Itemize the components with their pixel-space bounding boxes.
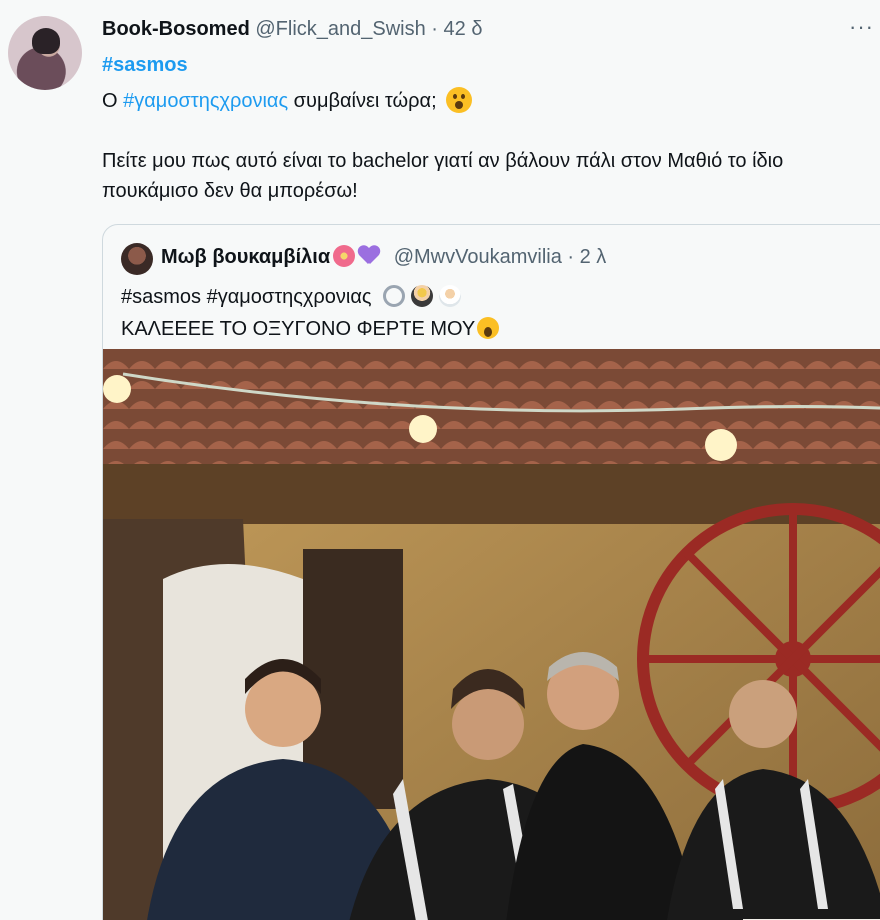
author-name[interactable]: Book-Bosomed [102, 18, 250, 40]
text-prefix: Ο [102, 90, 124, 112]
author-handle[interactable]: @Flick_and_Swish [255, 18, 425, 40]
groom-icon [411, 285, 434, 307]
quote-author-name[interactable]: Μωβ βουκαμβίλια [161, 246, 330, 268]
ring-icon [383, 285, 406, 307]
quote-header: Μωβ βουκαμβίλια @MwvVoukamvilia · 2 λ [161, 245, 606, 269]
quote-photo[interactable] [103, 349, 880, 920]
tweet[interactable]: Book-Bosomed @Flick_and_Swish · 42 δ ···… [0, 0, 880, 920]
light-bulb [705, 429, 737, 461]
hashtag-link-2[interactable]: #γαμοστηςχρονιας [123, 90, 288, 112]
quoted-tweet[interactable]: Μωβ βουκαμβίλια @MwvVoukamvilia · 2 λ #s… [102, 224, 880, 920]
tweet-time[interactable]: 42 δ [444, 18, 483, 40]
avatar-hair [32, 28, 60, 54]
separator: · [431, 18, 438, 40]
tweet-text-line: Ο #γαμοστηςχρονιας συμβαίνει τώρα; [102, 87, 473, 113]
text-suffix: συμβαίνει τώρα; [288, 90, 437, 112]
quote-separator: · [567, 246, 575, 268]
quote-text: ΚΑΛΕΕΕΕ ΤΟ ΟΞΥΓΟΝΟ ΦΕΡΤΕ ΜΟΥ [121, 318, 476, 340]
tweet-paragraph: Πείτε μου πως αυτό είναι το bachelor για… [102, 150, 784, 202]
bride-icon [439, 285, 462, 307]
tweet-header: Book-Bosomed @Flick_and_Swish · 42 δ [102, 18, 482, 41]
hashtag-link[interactable]: #sasmos [102, 54, 188, 77]
light-bulb [409, 415, 437, 443]
astonished-face-icon [446, 87, 473, 113]
quote-text-line: ΚΑΛΕΕΕΕ ΤΟ ΟΞΥΓΟΝΟ ΦΕΡΤΕ ΜΟΥ [121, 317, 500, 341]
photo-illustration [103, 349, 880, 920]
quote-hashtags[interactable]: #sasmos #γαμοστηςχρονιας [121, 286, 372, 308]
light-bulb [103, 375, 131, 403]
quote-author-handle[interactable]: @MwvVoukamvilia [394, 246, 562, 268]
more-icon[interactable]: ··· [849, 14, 874, 40]
hibiscus-icon [333, 245, 356, 267]
quote-hashtags-line: #sasmos #γαμοστηςχρονιας [121, 285, 462, 309]
purple-heart-icon [358, 246, 380, 266]
author-avatar[interactable] [8, 16, 82, 90]
screaming-face-icon [477, 317, 500, 339]
quote-time[interactable]: 2 λ [580, 246, 607, 268]
quote-author-avatar[interactable] [121, 243, 153, 275]
